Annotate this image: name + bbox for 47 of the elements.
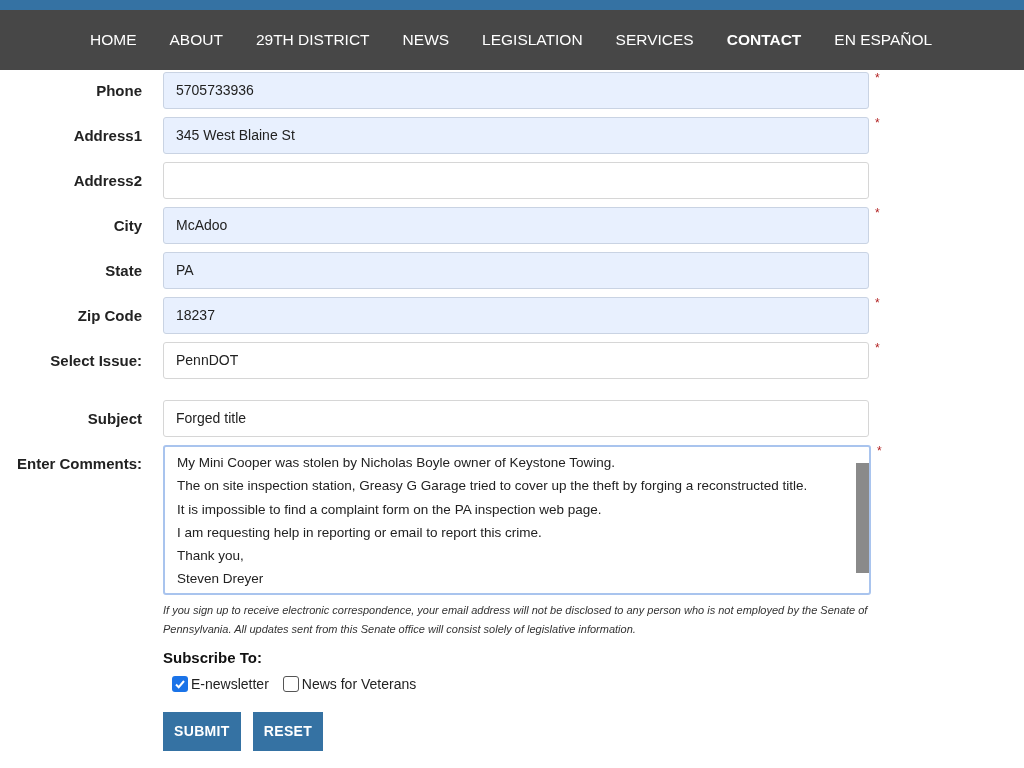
field-label: State [105, 261, 142, 281]
checkbox[interactable] [172, 676, 188, 692]
checkbox-label: E-newsletter [191, 674, 269, 694]
issue-select[interactable]: PennDOT [163, 342, 869, 379]
field-label: Enter Comments: [16, 454, 142, 474]
checkmark-icon [174, 678, 186, 690]
input-field[interactable]: 345 West Blaine St [163, 117, 869, 154]
required-mark: * [877, 445, 882, 457]
nav-link[interactable]: NEWS [402, 28, 450, 52]
comment-line: Steven Dreyer [177, 570, 264, 589]
input-field[interactable]: 18237 [163, 297, 869, 334]
checkbox-label: News for Veterans [301, 674, 417, 694]
nav-link[interactable]: LEGISLATION [482, 28, 583, 52]
input-field[interactable]: 5705733936 [163, 72, 869, 109]
checkbox[interactable] [282, 676, 299, 692]
comments-textarea[interactable] [163, 445, 871, 595]
input-field[interactable] [163, 162, 869, 199]
input-field[interactable]: Forged title [163, 400, 869, 437]
required-mark: * [875, 342, 880, 354]
comment-line: My Mini Cooper was stolen by Nicholas Boyle owner of Keystone Towing. [177, 454, 615, 472]
comment-line: The on site inspection station, Greasy G Garage tried to cover up the theft by forging a reconstructed title. [177, 477, 808, 496]
field-label: Address1 [73, 126, 142, 146]
input-field[interactable]: PA [163, 252, 869, 289]
nav-link[interactable]: HOME [90, 28, 137, 52]
field-label: City [113, 216, 142, 236]
comment-line: It is impossible to find a complaint form on the PA inspection web page. [177, 500, 602, 519]
nav-link[interactable]: 29TH DISTRICT [255, 28, 370, 52]
required-mark: * [875, 207, 880, 219]
privacy-notice: If you sign up to receive electronic correspondence, your email address will not be disclosed to any person who is not employed by the Senate of Pennsylvania. All updates sent from this Senate office will consist solely of legislative information. [163, 603, 869, 637]
required-mark: * [875, 72, 880, 84]
field-label: Phone [96, 81, 142, 101]
subscribe-heading: Subscribe To: [163, 648, 262, 668]
submit-button[interactable]: SUBMIT [163, 711, 241, 751]
comment-line: Thank you, [177, 547, 244, 566]
field-label: Address2 [73, 171, 142, 191]
input-field[interactable]: McAdoo [163, 207, 869, 244]
field-label: Subject [87, 409, 142, 429]
comment-line: I am requesting help in reporting or email to report this crime. [177, 523, 542, 542]
required-mark: * [875, 117, 880, 129]
nav-link[interactable]: SERVICES [615, 28, 694, 52]
field-label: Zip Code [77, 306, 142, 326]
nav-link[interactable]: EN ESPAÑOL [834, 28, 933, 52]
reset-button[interactable]: RESET [252, 711, 324, 751]
field-label: Select Issue: [50, 351, 142, 371]
nav-link[interactable]: CONTACT [726, 28, 802, 52]
required-mark: * [875, 297, 880, 309]
nav-link[interactable]: ABOUT [169, 28, 223, 52]
